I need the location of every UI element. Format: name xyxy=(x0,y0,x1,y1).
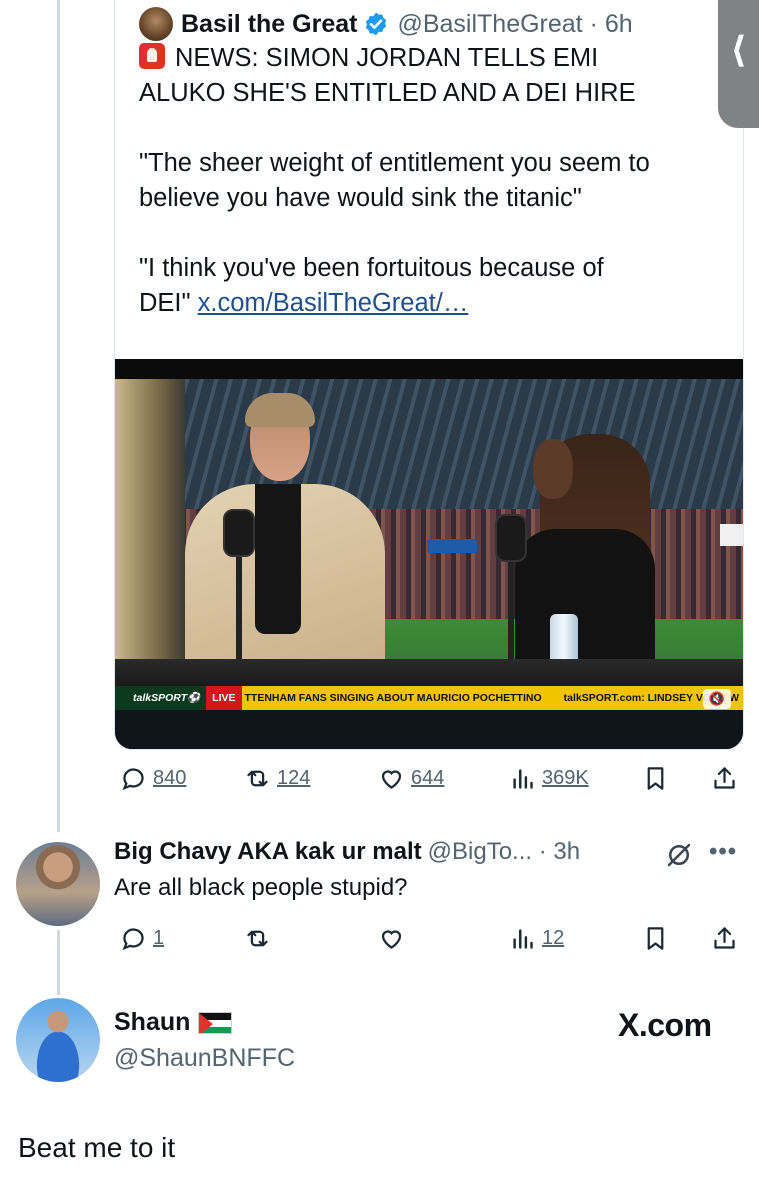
reply-text: Are all black people stupid? xyxy=(114,874,408,901)
quoted-tweet-card[interactable]: Basil the Great @BasilTheGreat · 6h NEWS… xyxy=(114,0,744,750)
tweet-link[interactable]: x.com/BasilTheGreat/… xyxy=(198,289,469,317)
views-icon xyxy=(513,769,533,789)
presenter-right-face xyxy=(533,439,573,499)
views-icon xyxy=(513,929,533,949)
quoted-tweet-actions: 840 124 644 369K xyxy=(114,765,746,795)
headline-line-2: ALUKO SHE'S ENTITLED AND A DEI HIRE xyxy=(139,79,636,107)
like-action[interactable]: 644 xyxy=(378,765,444,792)
reply-actions: 1 12 xyxy=(114,925,746,955)
channel-logo: talkSPORT⚽ xyxy=(115,686,207,710)
reply-icon xyxy=(122,768,144,791)
bookmark-action-2[interactable] xyxy=(642,925,669,952)
heart-icon xyxy=(381,770,402,789)
news-ticker: talkSPORT⚽ LIVE TTENHAM FANS SINGING ABO… xyxy=(115,686,743,710)
x-com-watermark: X.com xyxy=(618,1007,712,1043)
poster-avatar[interactable] xyxy=(16,998,100,1082)
reply-author-name[interactable]: Big Chavy AKA kak ur malt xyxy=(114,838,422,866)
thread-line-top xyxy=(57,0,60,832)
ticker-headline: TTENHAM FANS SINGING ABOUT MAURICIO POCH… xyxy=(244,692,542,704)
reply-count: 1 xyxy=(153,927,165,949)
quote-1-line-2: believe you have would sink the titanic" xyxy=(139,184,582,212)
bookmark-action[interactable] xyxy=(642,765,669,792)
reply-action[interactable]: 840 xyxy=(120,765,186,792)
views-action[interactable]: 369K xyxy=(509,765,589,792)
thread-line-bottom xyxy=(57,930,60,995)
poster-handle[interactable]: @ShaunBNFFC xyxy=(114,1044,295,1073)
view-count: 12 xyxy=(542,927,565,949)
reply-count: 840 xyxy=(153,767,187,789)
reply-author-handle-time[interactable]: @BigTo... · 3h xyxy=(428,838,580,866)
reply-icon xyxy=(122,928,144,951)
views-action-2[interactable]: 12 xyxy=(509,925,564,952)
siren-icon xyxy=(139,43,165,69)
share-icon xyxy=(714,927,735,949)
chevron-left-icon: ⟨ xyxy=(730,29,747,70)
quoted-tweet-header: Basil the Great @BasilTheGreat · 6h xyxy=(139,7,633,41)
share-icon xyxy=(714,767,735,789)
like-action-2[interactable] xyxy=(378,925,405,952)
sponsor-board xyxy=(427,539,477,553)
bookmark-icon xyxy=(647,767,664,790)
verified-badge-icon xyxy=(366,12,387,36)
reply-author-avatar[interactable] xyxy=(16,842,100,926)
quote-2-prefix: DEI" xyxy=(139,289,198,317)
live-badge: LIVE xyxy=(206,686,242,710)
repost-icon xyxy=(247,930,268,947)
repost-action-2[interactable] xyxy=(244,925,271,952)
repost-icon xyxy=(247,770,268,787)
reply-action-2[interactable]: 1 xyxy=(120,925,164,952)
side-collapse-tab[interactable]: ⟨ xyxy=(718,0,759,128)
palestine-flag-icon xyxy=(198,1011,233,1034)
share-action-2[interactable] xyxy=(711,925,738,952)
poster-name-row: Shaun xyxy=(114,1008,233,1037)
bookmark-icon xyxy=(647,927,664,950)
repost-count: 124 xyxy=(277,767,311,789)
headline-line-1: NEWS: SIMON JORDAN TELLS EMI xyxy=(175,44,599,72)
repost-action[interactable]: 124 xyxy=(244,765,310,792)
quoted-tweet-text: NEWS: SIMON JORDAN TELLS EMI ALUKO SHE'S… xyxy=(139,41,729,321)
video-player[interactable]: talkSPORT⚽ LIVE TTENHAM FANS SINGING ABO… xyxy=(115,359,743,749)
microphone-right xyxy=(495,514,527,562)
mute-button[interactable]: 🔇 xyxy=(703,689,731,709)
quote-2-line-1: "I think you've been fortuitous because … xyxy=(139,254,604,282)
more-options-icon[interactable]: ••• xyxy=(709,838,737,866)
heart-icon xyxy=(381,930,402,949)
presenter-right xyxy=(515,529,655,669)
like-count: 644 xyxy=(411,767,445,789)
share-action[interactable] xyxy=(711,765,738,792)
poster-name[interactable]: Shaun xyxy=(114,1008,190,1037)
grok-icon[interactable] xyxy=(664,840,694,870)
view-count: 369K xyxy=(542,767,589,789)
sponsor-board-right xyxy=(720,524,743,546)
quote-1-line-1: "The sheer weight of entitlement you see… xyxy=(139,149,650,177)
quoted-author-name[interactable]: Basil the Great xyxy=(181,10,357,39)
quoted-author-avatar[interactable] xyxy=(139,7,173,41)
quoted-author-handle-time[interactable]: @BasilTheGreat · 6h xyxy=(397,10,632,39)
poster-text: Beat me to it xyxy=(18,1132,176,1163)
reply-header: Big Chavy AKA kak ur malt @BigTo... · 3h xyxy=(114,838,580,866)
microphone-left xyxy=(223,509,255,557)
